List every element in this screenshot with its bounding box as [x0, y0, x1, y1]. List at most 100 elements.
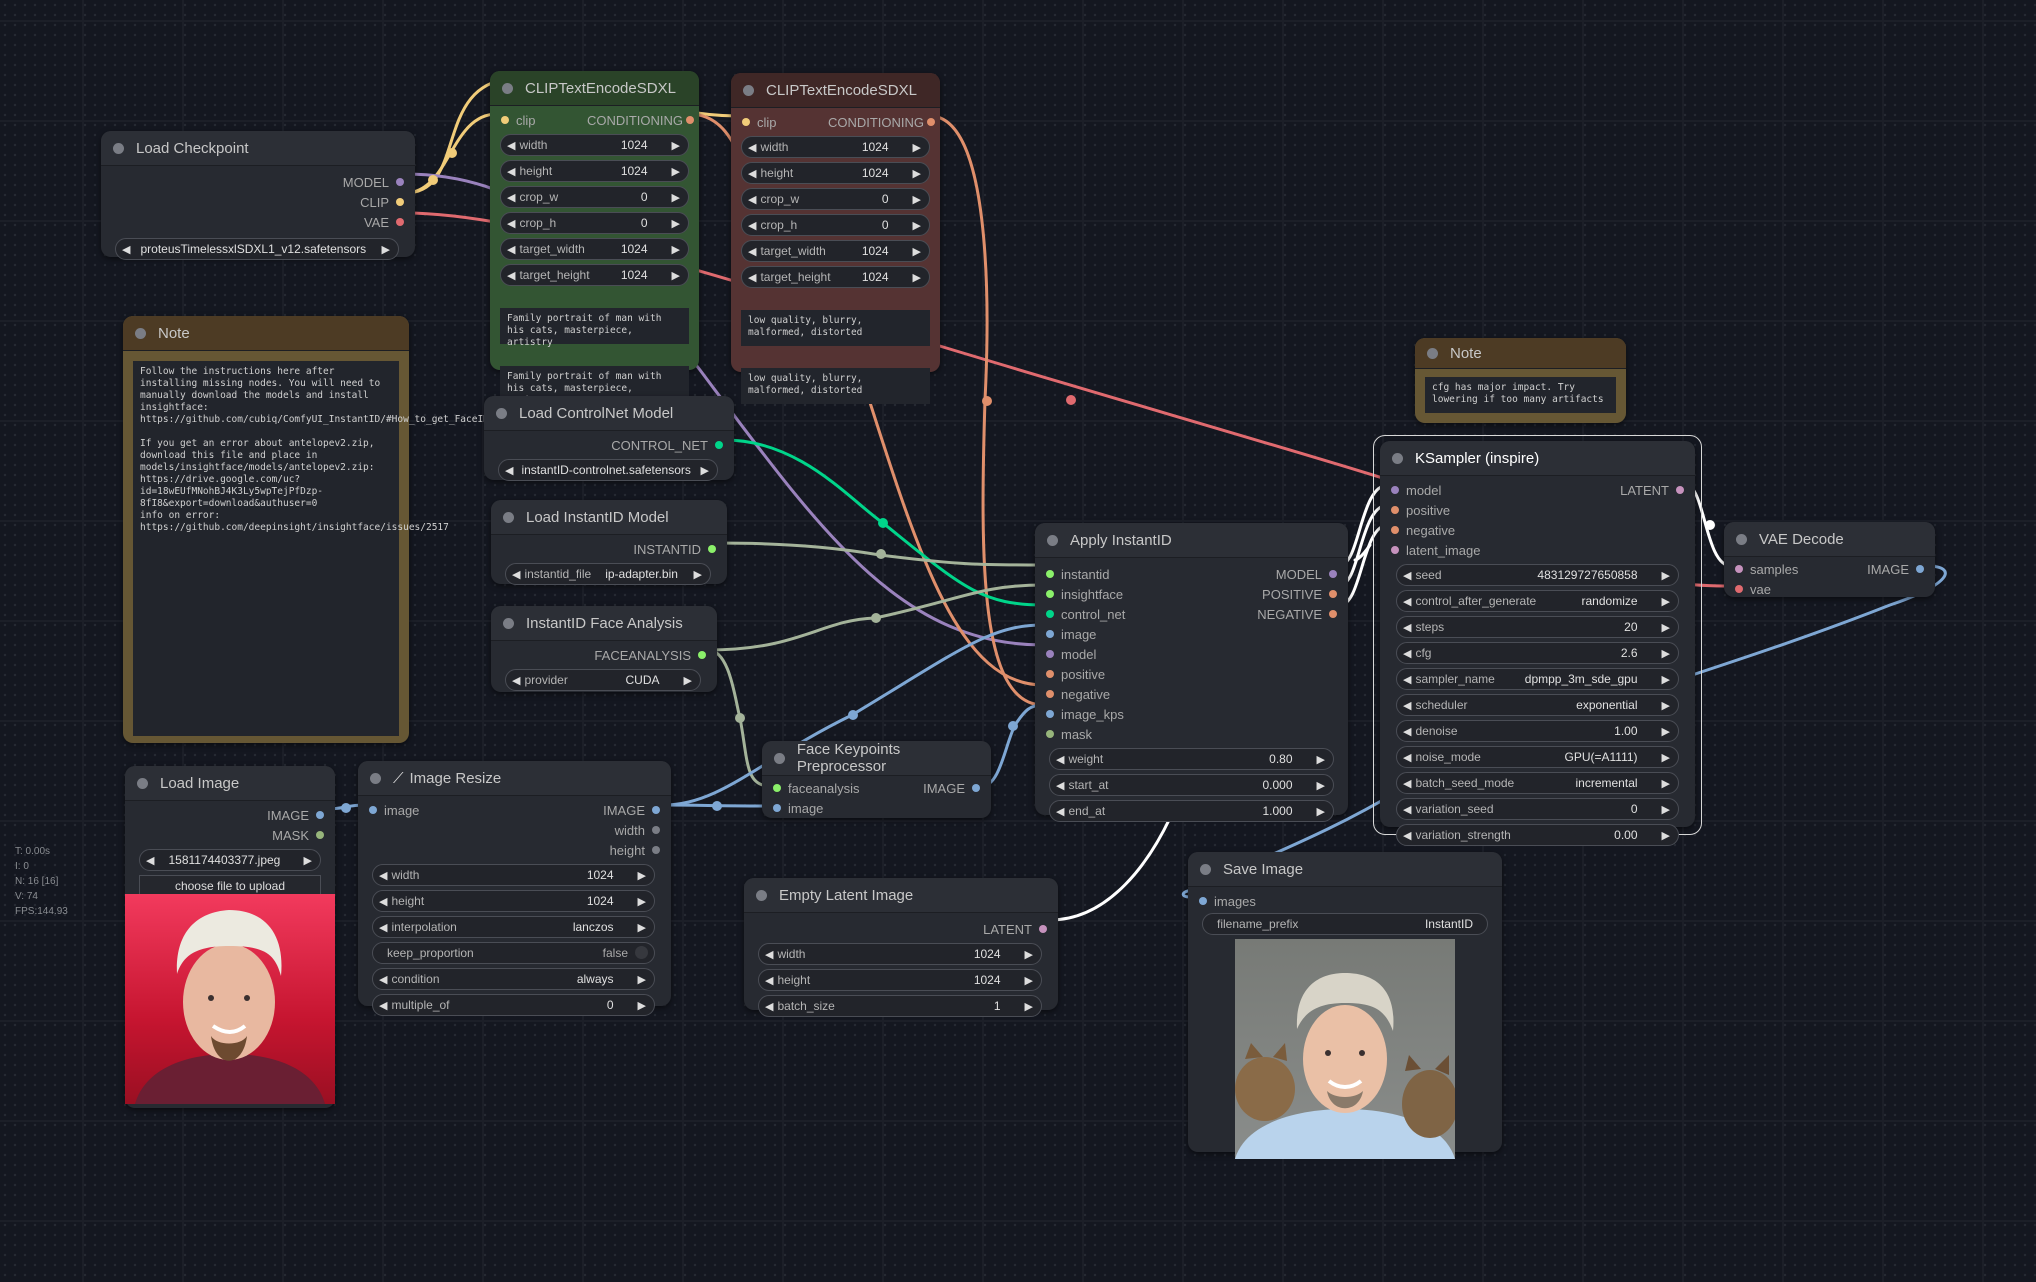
link-latent[interactable]	[1048, 816, 1172, 922]
arrow-right-icon[interactable]: ▶	[1662, 699, 1670, 712]
arrow-right-icon[interactable]: ▶	[1662, 829, 1670, 842]
output-image[interactable]: IMAGE	[923, 781, 965, 796]
pin-control-net-icon[interactable]	[715, 441, 723, 449]
input-model[interactable]: model LATENT	[1380, 480, 1695, 500]
node-load-controlnet[interactable]: Load ControlNet Model CONTROL_NET ◀ inst…	[484, 396, 734, 481]
collapse-dot-icon[interactable]	[1392, 452, 1403, 464]
node-header[interactable]: Load Checkpoint	[101, 131, 415, 166]
arrow-right-icon[interactable]: ▶	[1662, 569, 1670, 582]
pin-negative-icon[interactable]	[1391, 526, 1399, 534]
arrow-right-icon[interactable]: ▶	[672, 191, 680, 204]
filename-prefix-field[interactable]: filename_prefix InstantID	[1202, 913, 1488, 935]
arrow-left-icon[interactable]: ◀	[507, 243, 515, 256]
node-header[interactable]: CLIPTextEncodeSDXL	[731, 73, 940, 108]
widget-crop-w[interactable]: ◀ crop_w 0 ▶	[741, 188, 930, 210]
node-note-instructions[interactable]: Note Follow the instructions here after …	[123, 316, 552, 743]
input-image[interactable]: image	[1035, 624, 1348, 644]
output-mask[interactable]: MASK	[125, 825, 335, 845]
link-negative-cond[interactable]	[928, 114, 1045, 707]
link-kps-apply[interactable]	[980, 703, 1045, 788]
input-clip[interactable]: clip CONDITIONING	[731, 112, 940, 132]
arrow-right-icon[interactable]: ▶	[1662, 777, 1670, 790]
pin-image-icon[interactable]	[773, 804, 781, 812]
pin-faceanalysis-icon[interactable]	[698, 651, 706, 659]
pin-image-icon[interactable]	[1199, 897, 1207, 905]
arrow-left-icon[interactable]: ◀	[1403, 829, 1411, 842]
output-instantid[interactable]: INSTANTID	[491, 539, 727, 559]
output-negative[interactable]: NEGATIVE	[1257, 607, 1322, 622]
pin-image-kps-icon[interactable]	[1046, 710, 1054, 718]
pin-instantid-icon[interactable]	[708, 545, 716, 553]
collapse-dot-icon[interactable]	[1736, 533, 1747, 545]
output-conditioning[interactable]: CONDITIONING	[587, 113, 683, 128]
output-positive[interactable]: POSITIVE	[1262, 587, 1322, 602]
input-clip[interactable]: clip CONDITIONING	[490, 110, 699, 130]
node-header[interactable]: Note	[1415, 338, 1626, 369]
arrow-right-icon[interactable]: ▶	[913, 141, 921, 154]
arrow-right-icon[interactable]: ▶	[1662, 673, 1670, 686]
pin-model-out-icon[interactable]	[1329, 570, 1337, 578]
node-face-keypoints-preprocessor[interactable]: Face Keypoints Preprocessor faceanalysis…	[762, 741, 991, 818]
widget-height[interactable]: ◀ height 1024 ▶	[758, 969, 1042, 991]
pin-clip-icon[interactable]	[742, 118, 750, 126]
pin-control-net-icon[interactable]	[1046, 610, 1054, 618]
widget-height[interactable]: ◀ height 1024 ▶	[741, 162, 930, 184]
arrow-right-icon[interactable]: ▶	[1662, 595, 1670, 608]
arrow-right-icon[interactable]: ▶	[672, 217, 680, 230]
input-image[interactable]: image IMAGE	[358, 800, 671, 820]
arrow-right-icon[interactable]: ▶	[1317, 779, 1325, 792]
arrow-left-icon[interactable]: ◀	[765, 974, 773, 987]
node-vae-decode[interactable]: VAE Decode samples IMAGE vae	[1724, 522, 1935, 597]
output-image[interactable]: IMAGE	[125, 805, 335, 825]
collapse-dot-icon[interactable]	[496, 407, 507, 419]
input-images[interactable]: images	[1188, 891, 1502, 911]
arrow-left-icon[interactable]: ◀	[1403, 595, 1411, 608]
input-faceanalysis[interactable]: faceanalysis IMAGE	[762, 778, 991, 798]
input-vae[interactable]: vae	[1724, 579, 1935, 599]
arrow-left-icon[interactable]: ◀	[507, 217, 515, 230]
widget-batch-seed-mode[interactable]: ◀ batch_seed_mode incremental ▶	[1396, 772, 1679, 794]
arrow-right-icon[interactable]: ▶	[638, 999, 646, 1012]
pin-instantid-icon[interactable]	[1046, 570, 1054, 578]
widget-start-at[interactable]: ◀ start_at 0.000 ▶	[1049, 774, 1334, 796]
node-empty-latent-image[interactable]: Empty Latent Image LATENT ◀ width 1024 ▶ ◀ he…	[744, 878, 1058, 1017]
output-clip[interactable]: CLIP	[101, 192, 415, 212]
text-g-textarea[interactable]: low quality, blurry, malformed, distorte…	[741, 310, 930, 346]
pin-positive-icon[interactable]	[1046, 670, 1054, 678]
output-vae[interactable]: VAE	[101, 212, 415, 232]
arrow-left-icon[interactable]: ◀	[748, 167, 756, 180]
widget-noise-mode[interactable]: ◀ noise_mode GPU(=A1111) ▶	[1396, 746, 1679, 768]
arrow-left-icon[interactable]: ◀	[505, 464, 513, 477]
output-model[interactable]: MODEL	[101, 172, 415, 192]
arrow-right-icon[interactable]: ▶	[382, 243, 390, 256]
node-note-cfg[interactable]: Note cfg has major impact. Try lowering …	[1415, 338, 1626, 423]
note-textarea[interactable]: Follow the instructions here after insta…	[133, 361, 552, 736]
arrow-right-icon[interactable]: ▶	[1662, 621, 1670, 634]
widget-width[interactable]: ◀ width 1024 ▶	[741, 136, 930, 158]
node-header[interactable]: Load Image	[125, 766, 335, 801]
output-image[interactable]: IMAGE	[603, 803, 645, 818]
arrow-left-icon[interactable]: ◀	[1056, 779, 1064, 792]
arrow-right-icon[interactable]: ▶	[701, 464, 709, 477]
pin-conditioning-icon[interactable]	[686, 116, 694, 124]
arrow-left-icon[interactable]: ◀	[122, 243, 130, 256]
arrow-left-icon[interactable]: ◀	[748, 245, 756, 258]
pin-vae-icon[interactable]	[396, 218, 404, 226]
arrow-left-icon[interactable]: ◀	[1403, 569, 1411, 582]
arrow-right-icon[interactable]: ▶	[1025, 1000, 1033, 1013]
arrow-left-icon[interactable]: ◀	[748, 271, 756, 284]
output-image[interactable]: IMAGE	[1867, 562, 1909, 577]
pin-int-icon[interactable]	[652, 846, 660, 854]
node-header[interactable]: VAE Decode	[1724, 522, 1935, 557]
pin-image-out-icon[interactable]	[652, 806, 660, 814]
pin-latent-icon[interactable]	[1735, 565, 1743, 573]
pin-clip-icon[interactable]	[396, 198, 404, 206]
output-control-net[interactable]: CONTROL_NET	[484, 435, 734, 455]
collapse-dot-icon[interactable]	[1427, 347, 1438, 359]
arrow-left-icon[interactable]: ◀	[1403, 647, 1411, 660]
node-header[interactable]: Save Image	[1188, 852, 1502, 887]
ckpt-name-combo[interactable]: ◀ proteusTimelessxlSDXL1_v12.safetensors…	[115, 238, 399, 260]
pin-negative-icon[interactable]	[1046, 690, 1054, 698]
arrow-left-icon[interactable]: ◀	[1403, 699, 1411, 712]
widget-target-height[interactable]: ◀ target_height 1024 ▶	[741, 266, 930, 288]
